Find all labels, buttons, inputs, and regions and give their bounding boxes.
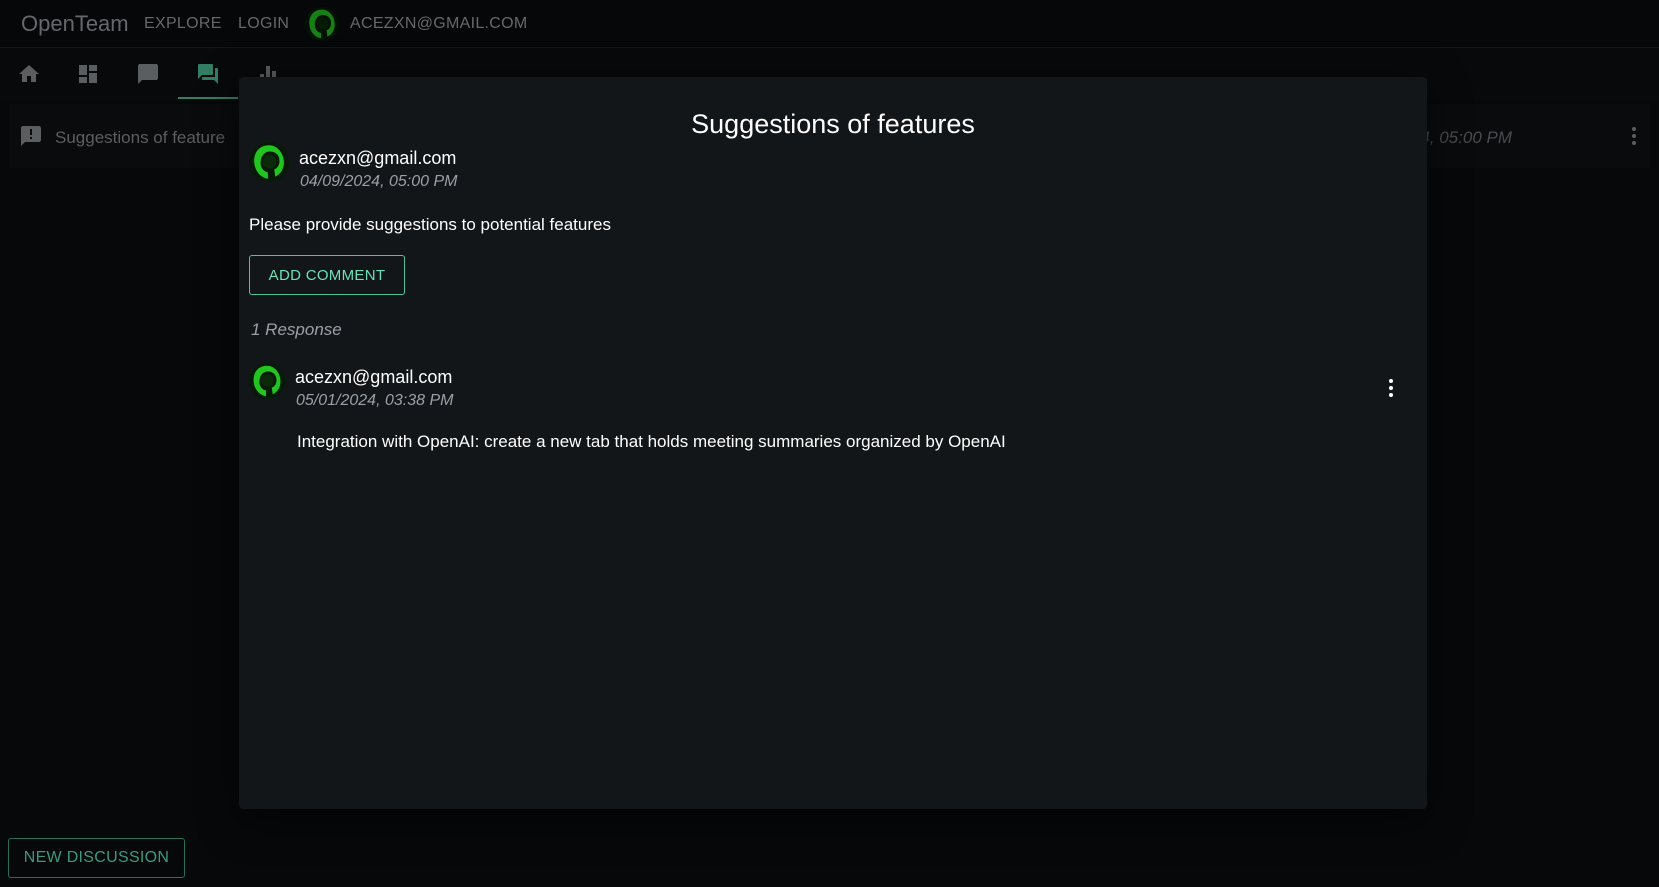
comment-body: Integration with OpenAI: create a new ta…: [297, 432, 1006, 451]
response-count: 1 Response: [251, 320, 342, 339]
more-vert-icon: [1389, 379, 1393, 397]
add-comment-button[interactable]: ADD COMMENT: [249, 255, 405, 295]
post-body: Please provide suggestions to potential …: [249, 215, 611, 234]
comment-menu-button[interactable]: [1375, 372, 1407, 404]
discussion-modal: Suggestions of features acezxn@gmail.com…: [239, 77, 1427, 809]
post-author: acezxn@gmail.com: [299, 148, 457, 168]
modal-title: Suggestions of features: [691, 109, 975, 139]
post-date: 04/09/2024, 05:00 PM: [300, 173, 458, 190]
post-author-avatar: [249, 142, 289, 182]
comment-author: acezxn@gmail.com: [295, 367, 453, 387]
comment-author-avatar: [248, 362, 286, 400]
comment-date: 05/01/2024, 03:38 PM: [296, 392, 454, 409]
new-discussion-button[interactable]: NEW DISCUSSION: [8, 838, 185, 878]
